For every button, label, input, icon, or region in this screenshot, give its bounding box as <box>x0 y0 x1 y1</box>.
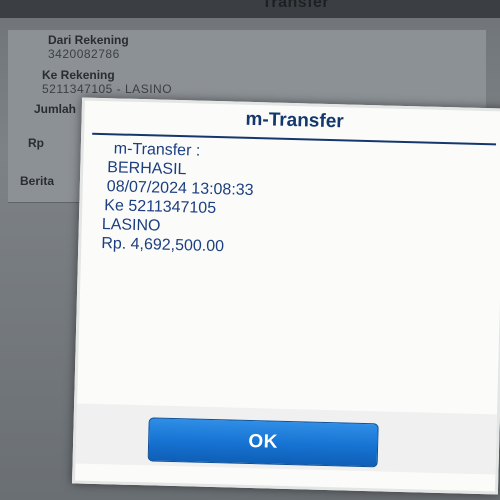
rp-label: Rp <box>28 136 44 150</box>
to-account-value: 5211347105 - LASINO <box>42 82 173 96</box>
background-header: Transfer <box>0 0 500 18</box>
ok-button[interactable]: OK <box>147 417 379 468</box>
message-label: Berita <box>20 174 55 188</box>
to-account-field: Ke Rekening 5211347105 - LASINO <box>8 62 486 99</box>
to-account-label: Ke Rekening <box>42 68 115 82</box>
from-account-value: 3420082786 <box>48 47 120 61</box>
from-account-label: Dari Rekening <box>48 33 129 47</box>
dialog-button-bar: OK <box>75 403 497 475</box>
dialog-title: m-Transfer <box>245 108 344 133</box>
background-header-title: Transfer <box>262 0 330 11</box>
transfer-result-dialog: m-Transfer m-Transfer : BERHASIL 08/07/2… <box>72 97 500 495</box>
from-account-field: Dari Rekening 3420082786 <box>8 30 486 63</box>
dialog-message: m-Transfer : BERHASIL 08/07/2024 13:08:3… <box>101 139 484 263</box>
amount-label: Jumlah <box>34 102 77 116</box>
